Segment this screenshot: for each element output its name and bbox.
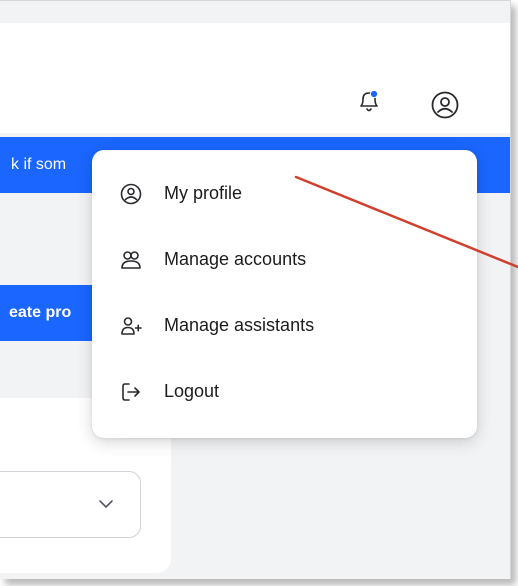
menu-item-manage-assistants[interactable]: Manage assistants (112, 304, 457, 344)
chevron-down-icon (99, 500, 113, 508)
top-header (0, 23, 510, 133)
bell-icon (360, 89, 379, 112)
banner-text: k if som (11, 156, 67, 173)
user-plus-icon (121, 317, 142, 335)
user-circle-icon (431, 91, 459, 119)
menu-item-logout[interactable]: Logout (112, 370, 457, 410)
dropdown-select[interactable] (0, 471, 141, 538)
menu-item-label: Manage accounts (164, 249, 307, 269)
logout-icon (122, 383, 140, 401)
menu-item-label: My profile (164, 183, 243, 203)
menu-item-manage-accounts[interactable]: Manage accounts (112, 238, 457, 278)
account-menu-button[interactable] (430, 90, 460, 120)
menu-item-my-profile[interactable]: My profile (112, 172, 457, 212)
user-circle-icon (120, 183, 142, 205)
notification-dot (369, 89, 379, 99)
notifications-button[interactable] (357, 87, 381, 117)
create-project-label: eate pro (9, 304, 72, 321)
app-window: k if som eate pro My profile Manage acco… (0, 0, 511, 579)
menu-item-label: Logout (164, 381, 220, 401)
user-menu: My profile Manage accounts Manage assist… (92, 150, 477, 438)
menu-item-label: Manage assistants (164, 315, 315, 335)
users-icon (121, 251, 141, 269)
